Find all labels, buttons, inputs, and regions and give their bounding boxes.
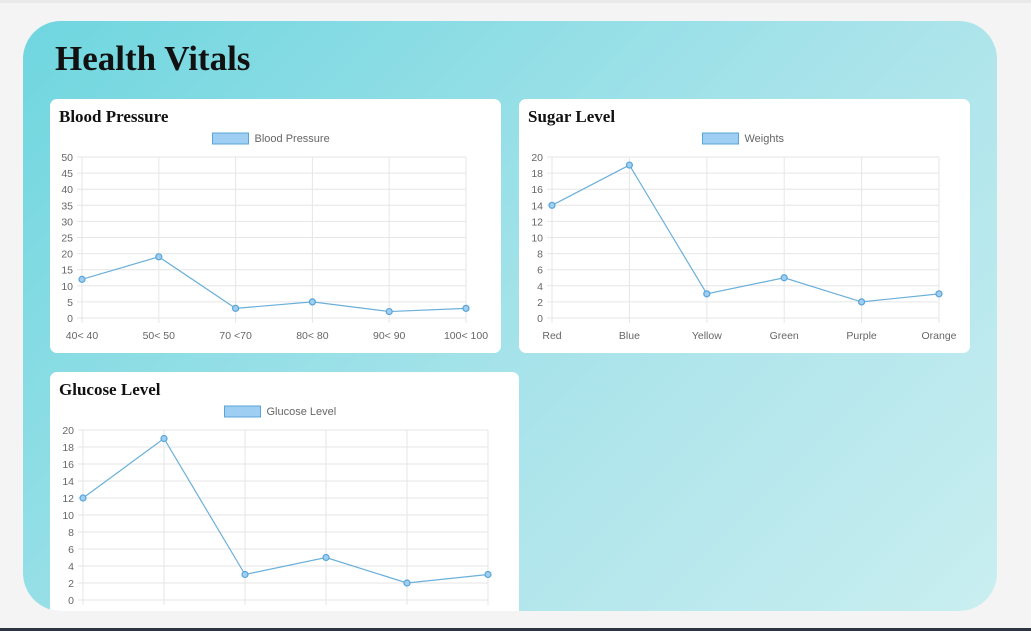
x-tick-label: Purple bbox=[846, 330, 877, 342]
data-point[interactable] bbox=[703, 290, 711, 298]
y-tick-label: 4 bbox=[537, 281, 543, 293]
x-tick-label: Red bbox=[542, 330, 561, 342]
legend-label[interactable]: Blood Pressure bbox=[255, 133, 330, 145]
data-point[interactable] bbox=[625, 161, 634, 169]
data-point[interactable] bbox=[160, 434, 168, 443]
y-tick-label: 25 bbox=[61, 233, 73, 245]
x-tick-label: 40< 40 bbox=[66, 330, 99, 342]
series-line bbox=[81, 256, 467, 313]
y-tick-label: 0 bbox=[68, 595, 74, 607]
data-point[interactable] bbox=[935, 290, 943, 298]
legend-swatch[interactable] bbox=[212, 132, 249, 145]
y-tick-label: 6 bbox=[68, 544, 74, 556]
y-tick-label: 10 bbox=[61, 281, 73, 293]
x-tick-label: 50< 50 bbox=[143, 330, 176, 342]
y-tick-label: 8 bbox=[68, 527, 74, 539]
y-tick-label: 15 bbox=[61, 265, 73, 277]
vitals-panel: Health Vitals Blood Pressure Blood Press… bbox=[23, 21, 997, 611]
series-line bbox=[82, 437, 489, 584]
data-point[interactable] bbox=[780, 274, 788, 282]
y-tick-label: 0 bbox=[67, 313, 73, 325]
y-tick-label: 20 bbox=[531, 152, 543, 164]
y-tick-label: 40 bbox=[61, 184, 73, 196]
data-point[interactable] bbox=[322, 553, 330, 562]
y-tick-label: 45 bbox=[61, 168, 73, 180]
data-point[interactable] bbox=[858, 298, 866, 306]
data-point[interactable] bbox=[308, 298, 316, 306]
data-point[interactable] bbox=[484, 570, 492, 579]
data-point[interactable] bbox=[78, 275, 86, 283]
data-point[interactable] bbox=[548, 201, 556, 209]
browser-top-edge bbox=[0, 0, 1031, 3]
x-tick-label: 70 <70 bbox=[219, 330, 252, 342]
y-tick-label: 2 bbox=[537, 297, 543, 309]
y-tick-label: 35 bbox=[61, 200, 73, 212]
data-point[interactable] bbox=[241, 570, 249, 579]
blood-pressure-card: Blood Pressure Blood Pressure 50 45 40 35 30 2… bbox=[50, 99, 501, 353]
data-point[interactable] bbox=[232, 304, 240, 312]
data-point[interactable] bbox=[79, 494, 87, 502]
y-tick-label: 6 bbox=[537, 265, 543, 277]
blood-pressure-chart: Blood Pressure5045403530252015105040< 40… bbox=[61, 132, 488, 342]
glucose-level-chart: Glucose Level20181614121086420 bbox=[62, 405, 492, 607]
sugar-level-chart: Weights20181614121086420Red Blue Yellow Gre… bbox=[531, 132, 957, 342]
x-tick-label: Orange bbox=[921, 330, 956, 342]
y-tick-label: 18 bbox=[531, 168, 543, 180]
x-tick-label: Green bbox=[770, 330, 799, 342]
data-point[interactable] bbox=[403, 579, 411, 587]
y-tick-label: 10 bbox=[62, 510, 74, 522]
x-tick-label: Blue bbox=[619, 330, 640, 342]
x-tick-label: Yellow bbox=[692, 330, 722, 342]
y-tick-label: 14 bbox=[531, 200, 543, 212]
data-point[interactable] bbox=[462, 304, 470, 312]
y-tick-label: 14 bbox=[62, 476, 74, 488]
y-tick-label: 8 bbox=[537, 249, 543, 261]
glucose-level-card: Glucose Level Glucose Level 20 18 16 14 12 10 8… bbox=[50, 372, 519, 611]
x-tick-label: 100< 100 bbox=[444, 330, 488, 342]
y-tick-label: 18 bbox=[62, 442, 74, 454]
y-tick-label: 10 bbox=[531, 233, 543, 245]
y-tick-label: 2 bbox=[68, 578, 74, 590]
y-tick-label: 16 bbox=[62, 459, 74, 471]
legend-label[interactable]: Weights bbox=[745, 133, 785, 145]
sugar-level-card: Sugar Level Weights 20 18 16 14 12 10 8 6 4 2 0 Red B… bbox=[519, 99, 970, 353]
y-tick-label: 4 bbox=[68, 561, 74, 573]
y-tick-label: 50 bbox=[61, 152, 73, 164]
x-tick-label: 90< 90 bbox=[373, 330, 406, 342]
legend-swatch[interactable] bbox=[702, 132, 739, 145]
legend-label[interactable]: Glucose Level bbox=[267, 406, 337, 418]
y-tick-label: 12 bbox=[531, 216, 543, 228]
y-tick-label: 20 bbox=[62, 425, 74, 437]
y-tick-label: 30 bbox=[61, 216, 73, 228]
y-tick-label: 12 bbox=[62, 493, 74, 505]
data-point[interactable] bbox=[155, 253, 163, 261]
y-tick-label: 5 bbox=[67, 297, 73, 309]
page-title: Health Vitals bbox=[55, 39, 251, 78]
legend-swatch[interactable] bbox=[224, 405, 261, 418]
series-line bbox=[551, 164, 940, 303]
y-tick-label: 16 bbox=[531, 184, 543, 196]
data-point[interactable] bbox=[385, 307, 393, 316]
y-tick-label: 20 bbox=[61, 249, 73, 261]
y-tick-label: 0 bbox=[537, 313, 543, 325]
x-tick-label: 80< 80 bbox=[296, 330, 329, 342]
